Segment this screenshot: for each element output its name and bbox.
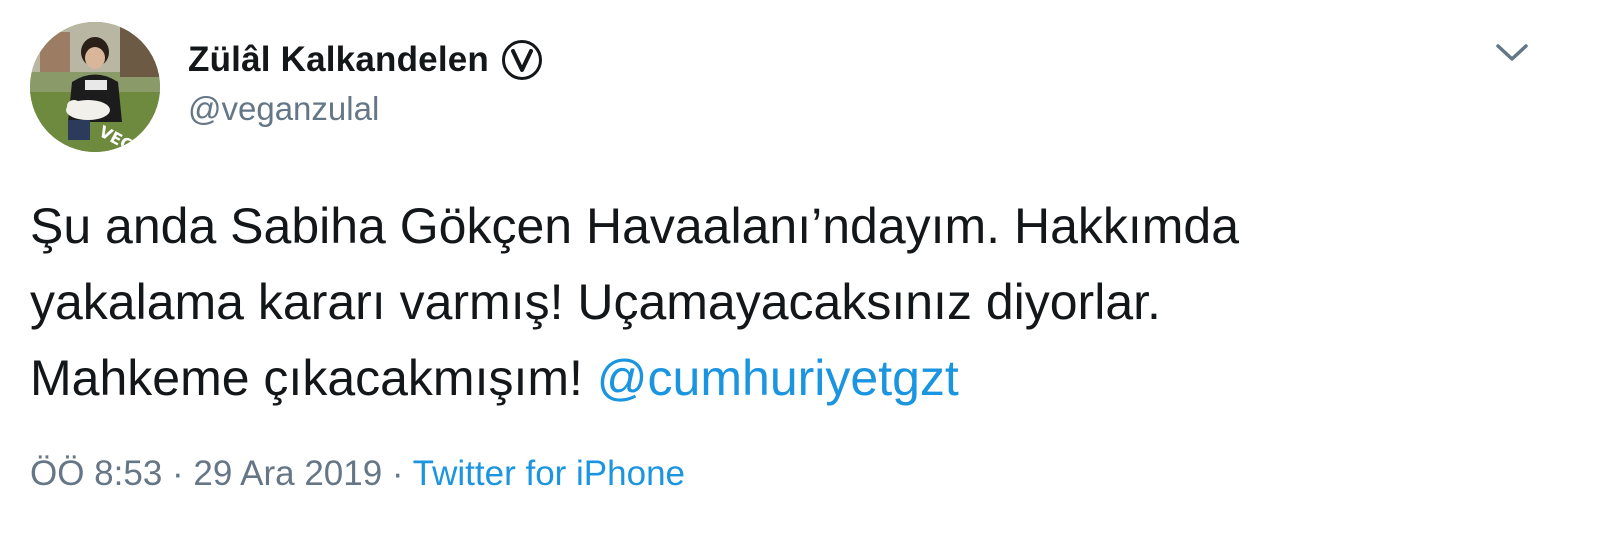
avatar-photo: VEGAN xyxy=(30,22,160,152)
tweet-date[interactable]: 29 Ara 2019 xyxy=(193,454,382,493)
circled-v-badge-icon xyxy=(501,39,543,81)
tweet-card: VEGAN Zülâl Kalkandelen @veganzulal Şu a… xyxy=(0,0,1611,550)
tweet-metadata: ÖÖ 8:53 · 29 Ara 2019 · Twitter for iPho… xyxy=(30,454,685,494)
avatar[interactable]: VEGAN xyxy=(30,22,160,152)
tweet-text: Şu anda Sabiha Gökçen Havaalanı’ndayım. … xyxy=(30,188,1570,416)
meta-separator: · xyxy=(382,454,413,493)
tweet-text-line-1: Şu anda Sabiha Gökçen Havaalanı’ndayım. … xyxy=(30,198,1240,254)
mention-link[interactable]: @cumhuriyetgzt xyxy=(597,350,959,406)
meta-separator: · xyxy=(162,454,194,493)
tweet-text-line-3: Mahkeme çıkacakmışım! xyxy=(30,350,597,406)
tweet-text-line-2: yakalama kararı varmış! Uçamayacaksınız … xyxy=(30,274,1161,330)
tweet-time[interactable]: ÖÖ 8:53 xyxy=(30,454,162,493)
user-name-row: Zülâl Kalkandelen xyxy=(188,38,543,82)
chevron-down-icon[interactable] xyxy=(1490,34,1534,70)
user-handle[interactable]: @veganzulal xyxy=(188,90,379,128)
tweet-source-link[interactable]: Twitter for iPhone xyxy=(413,454,685,493)
display-name[interactable]: Zülâl Kalkandelen xyxy=(188,40,489,80)
